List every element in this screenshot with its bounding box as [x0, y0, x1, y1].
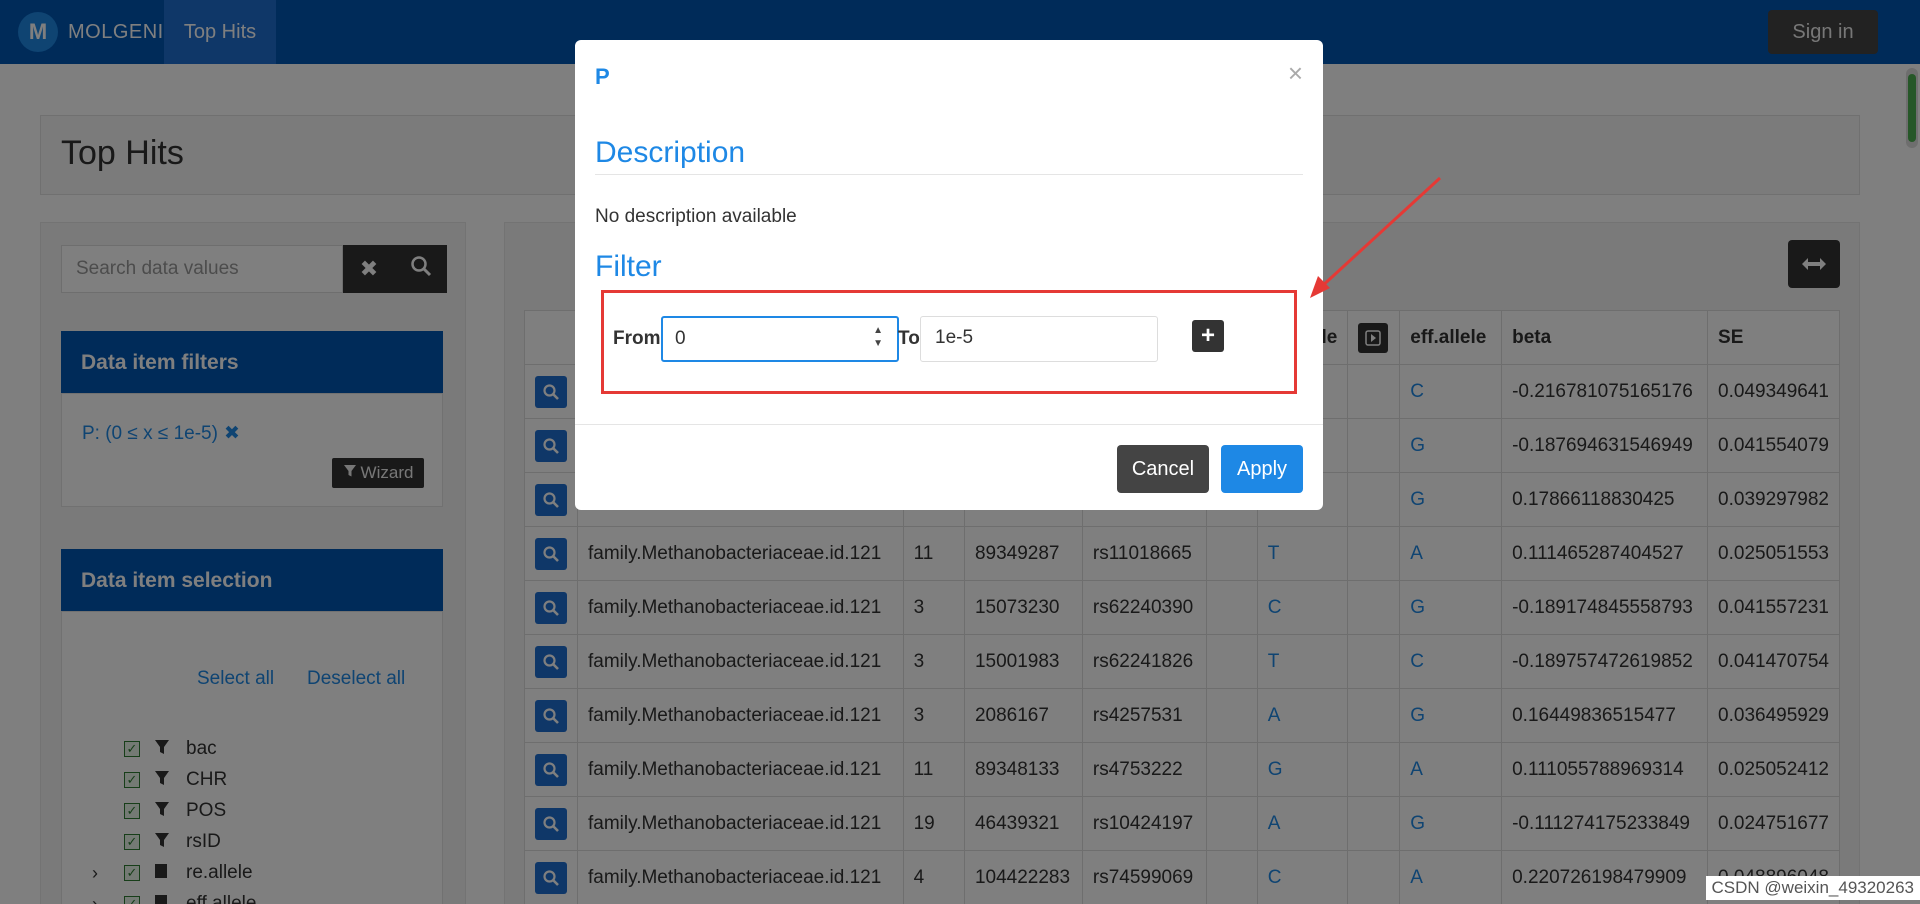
modal-title: P — [595, 64, 610, 89]
description-heading: Description — [595, 136, 746, 169]
watermark: CSDN @weixin_49320263 — [1705, 876, 1920, 900]
divider — [595, 174, 1303, 175]
annotation-arrow-icon — [1310, 176, 1442, 298]
apply-button[interactable]: Apply — [1221, 445, 1303, 493]
annotation-highlight-box — [601, 290, 1297, 394]
divider — [575, 424, 1323, 425]
filter-heading: Filter — [595, 250, 662, 283]
filter-modal: P × Description No description available… — [575, 40, 1323, 510]
description-text: No description available — [595, 206, 797, 227]
cancel-button[interactable]: Cancel — [1117, 445, 1209, 493]
close-icon[interactable]: × — [1288, 58, 1303, 89]
